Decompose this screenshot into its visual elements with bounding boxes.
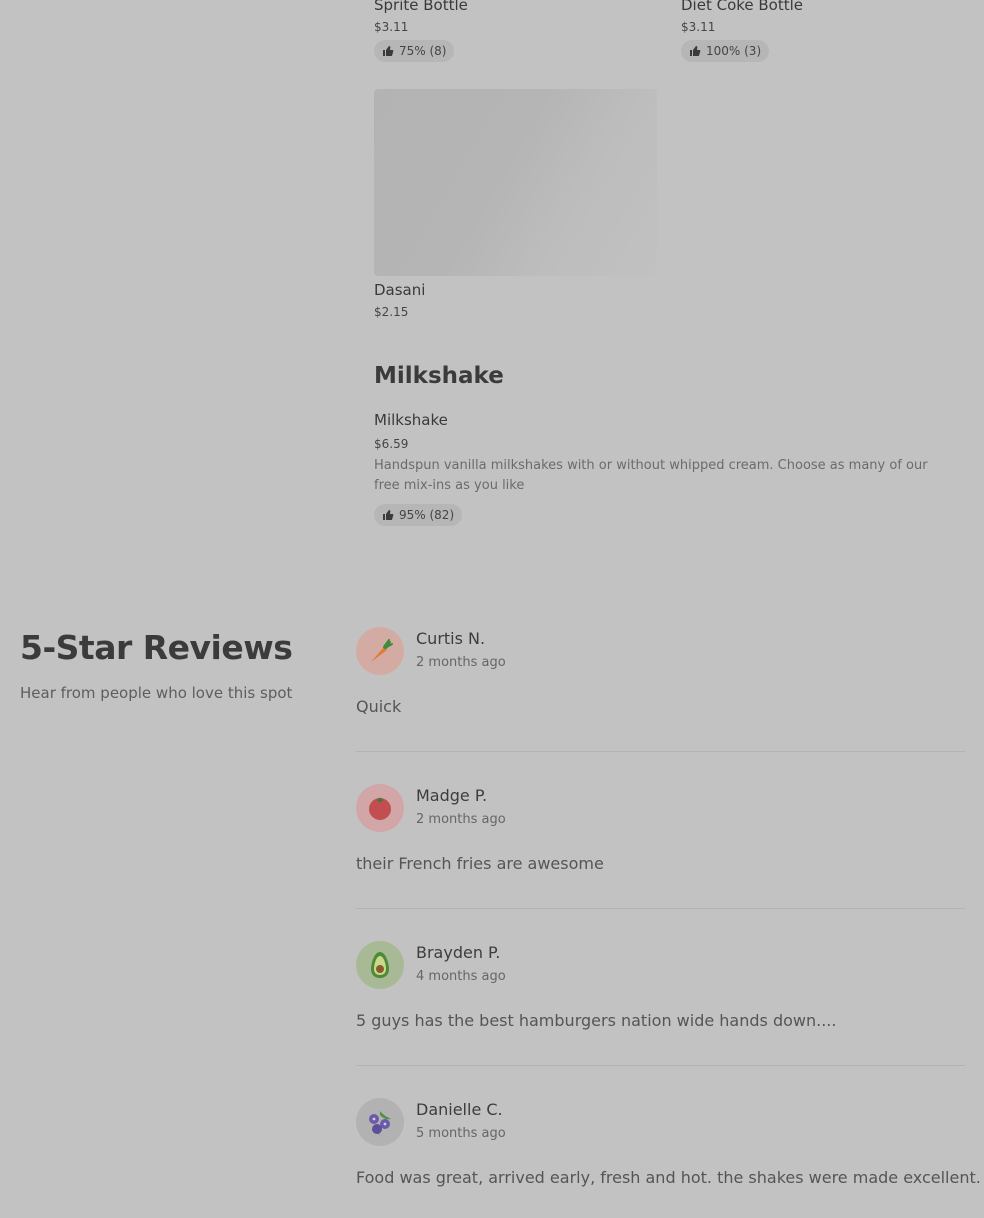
rating-text: 100% (3)	[706, 44, 762, 58]
item-price: $2.15	[374, 305, 409, 319]
divider	[356, 1065, 965, 1066]
avatar	[356, 941, 404, 989]
reviewer-name: Madge P.	[416, 786, 488, 805]
menu-item-diet-coke[interactable]: Diet Coke Bottle $3.11 100% (3)	[681, 0, 803, 62]
rating-badge: 95% (82)	[374, 504, 463, 526]
item-name: Diet Coke Bottle	[681, 0, 804, 14]
avatar	[356, 784, 404, 832]
review-time: 2 months ago	[416, 655, 506, 670]
avatar	[356, 627, 404, 675]
rating-text: 75% (8)	[399, 44, 447, 58]
review-time: 2 months ago	[416, 812, 506, 827]
review-text: Food was great, arrived early, fresh and…	[356, 1168, 981, 1187]
item-image-placeholder[interactable]	[374, 89, 657, 276]
rating-badge: 75% (8)	[374, 40, 455, 62]
avatar	[356, 1098, 404, 1146]
blueberry-icon	[369, 1111, 391, 1135]
review-text: 5 guys has the best hamburgers nation wi…	[356, 1011, 837, 1030]
carrot-icon	[371, 639, 393, 662]
avocado-icon	[371, 952, 389, 978]
divider	[356, 751, 965, 752]
reviewer-name: Brayden P.	[416, 943, 501, 962]
item-price: $6.59	[374, 437, 409, 451]
review-time: 4 months ago	[416, 969, 506, 984]
item-name: Dasani	[374, 281, 426, 299]
review-text: Quick	[356, 697, 402, 716]
item-description: Handspun vanilla milkshakes with or with…	[374, 458, 928, 493]
menu-item-dasani[interactable]: Dasani $2.15	[374, 281, 425, 320]
rating-text: 95% (82)	[399, 508, 455, 522]
menu-item-sprite[interactable]: Sprite Bottle $3.11 75% (8)	[374, 0, 468, 62]
reviews-subtitle: Hear from people who love this spot	[20, 684, 293, 702]
reviewer-name: Curtis N.	[416, 629, 486, 648]
section-title-milkshake: Milkshake	[374, 363, 504, 389]
review-text: their French fries are awesome	[356, 854, 604, 873]
item-name: Milkshake	[374, 411, 448, 429]
menu-item-milkshake[interactable]: Milkshake $6.59 Handspun vanilla milksha…	[374, 411, 954, 526]
thumbs-up-icon	[690, 46, 701, 56]
review-time: 5 months ago	[416, 1126, 506, 1141]
tomato-icon	[369, 797, 391, 820]
reviews-title: 5-Star Reviews	[20, 628, 293, 667]
item-price: $3.11	[374, 20, 409, 34]
item-price: $3.11	[681, 20, 716, 34]
divider	[356, 908, 965, 909]
reviewer-name: Danielle C.	[416, 1100, 503, 1119]
thumbs-up-icon	[383, 46, 394, 56]
rating-badge: 100% (3)	[681, 40, 770, 62]
item-name: Sprite Bottle	[374, 0, 468, 14]
thumbs-up-icon	[383, 510, 394, 520]
